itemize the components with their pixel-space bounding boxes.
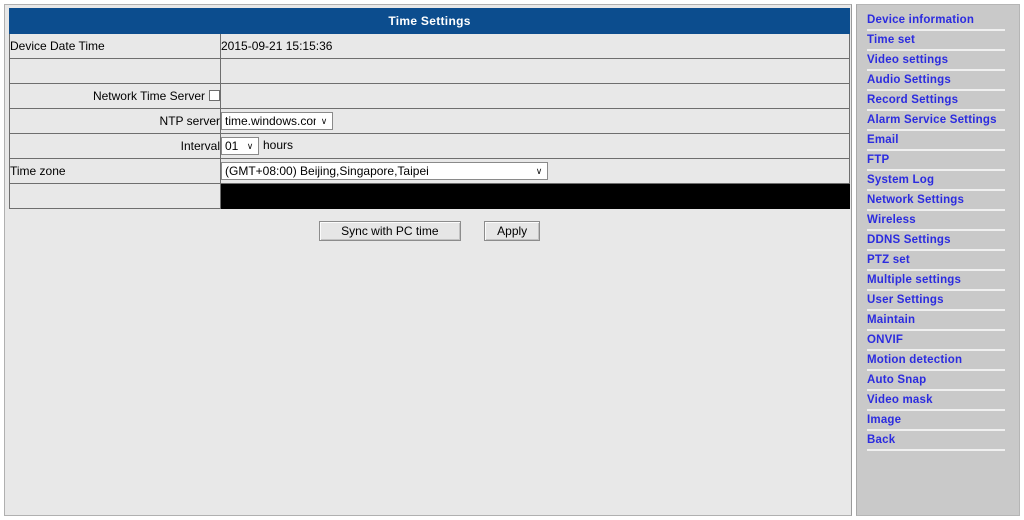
network-time-server-checkbox[interactable]: [209, 90, 220, 101]
sidebar-item-back[interactable]: Back: [857, 432, 1019, 452]
sidebar-item-label: Time set: [867, 34, 916, 46]
table-row-device-date-time: Device Date Time 2015-09-21 15:15:36: [9, 33, 850, 59]
sidebar-item-video-mask[interactable]: Video mask: [857, 392, 1019, 412]
sidebar-item-label: Device information: [867, 14, 975, 26]
interval-value-cell: 01 ∨ hours: [220, 133, 850, 159]
chevron-down-icon: ∨: [246, 140, 254, 151]
label-ntp-server: NTP server: [9, 108, 221, 134]
sidebar-item-time-set[interactable]: Time set: [857, 32, 1019, 52]
label-time-zone: Time zone: [9, 158, 221, 184]
sidebar-item-label: Alarm Service Settings: [867, 114, 997, 126]
table-row-interval: Interval 01 ∨ hours: [9, 133, 850, 159]
sidebar-item-label: FTP: [867, 154, 890, 166]
sidebar-item-label: Video mask: [867, 394, 933, 406]
sidebar-item-label: Auto Snap: [867, 374, 927, 386]
black-row-label-cell: [9, 183, 221, 209]
page-title: Time Settings: [388, 13, 471, 28]
sidebar-item-motion-detection[interactable]: Motion detection: [857, 352, 1019, 372]
label-interval: Interval: [9, 133, 221, 159]
ntp-server-select-value: time.windows.com: [225, 114, 316, 128]
sidebar-item-label: Record Settings: [867, 94, 959, 106]
sidebar-item-multiple-settings[interactable]: Multiple settings: [857, 272, 1019, 292]
sidebar-item-label: Back: [867, 434, 896, 446]
sidebar-item-system-log[interactable]: System Log: [857, 172, 1019, 192]
sidebar-item-label: DDNS Settings: [867, 234, 951, 246]
content-pane: Time Settings Device Date Time 2015-09-2…: [4, 4, 852, 516]
black-row-value-cell: [220, 183, 850, 209]
ntp-server-value-cell: time.windows.com ∨: [220, 108, 850, 134]
table-row-black: [9, 183, 850, 209]
sidebar-item-label: Network Settings: [867, 194, 965, 206]
sidebar-item-email[interactable]: Email: [857, 132, 1019, 152]
sidebar-item-ptz-set[interactable]: PTZ set: [857, 252, 1019, 272]
sidebar-item-audio-settings[interactable]: Audio Settings: [857, 72, 1019, 92]
table-row-spacer: [9, 58, 850, 84]
table-title-row: Time Settings: [9, 8, 850, 34]
interval-units-label: hours: [263, 138, 294, 153]
label-device-date-time: Device Date Time: [9, 33, 221, 59]
sidebar-item-user-settings[interactable]: User Settings: [857, 292, 1019, 312]
table-row-network-time-server: Network Time Server: [9, 83, 850, 109]
time-zone-select-value: (GMT+08:00) Beijing,Singapore,Taipei: [225, 164, 429, 178]
sidebar-item-label: Video settings: [867, 54, 949, 66]
sidebar-item-label: Motion detection: [867, 354, 963, 366]
sync-with-pc-time-button[interactable]: Sync with PC time: [318, 221, 461, 241]
value-device-date-time: 2015-09-21 15:15:36: [220, 33, 850, 59]
sidebar-item-wireless[interactable]: Wireless: [857, 212, 1019, 232]
sidebar-item-label: PTZ set: [867, 254, 910, 266]
table-row-time-zone: Time zone (GMT+08:00) Beijing,Singapore,…: [9, 158, 850, 184]
sidebar-item-maintain[interactable]: Maintain: [857, 312, 1019, 332]
spacer-label-cell: [9, 58, 221, 84]
sidebar-item-label: Wireless: [867, 214, 916, 226]
time-zone-value-cell: (GMT+08:00) Beijing,Singapore,Taipei ∨: [220, 158, 850, 184]
interval-select[interactable]: 01 ∨: [221, 137, 259, 155]
time-settings-table: Time Settings Device Date Time 2015-09-2…: [9, 8, 850, 209]
sidebar-item-ddns-settings[interactable]: DDNS Settings: [857, 232, 1019, 252]
sidebar-item-label: Image: [867, 414, 902, 426]
sidebar-item-auto-snap[interactable]: Auto Snap: [857, 372, 1019, 392]
label-network-time-server: Network Time Server: [9, 83, 221, 109]
camera-settings-page: Time Settings Device Date Time 2015-09-2…: [0, 0, 1024, 520]
sidebar-item-label: Email: [867, 134, 899, 146]
sidebar-item-label: ONVIF: [867, 334, 904, 346]
ntp-server-select[interactable]: time.windows.com ∨: [221, 112, 333, 130]
sidebar-item-label: User Settings: [867, 294, 944, 306]
sidebar-item-label: Audio Settings: [867, 74, 951, 86]
interval-select-value: 01: [225, 139, 239, 153]
label-network-time-server-text: Network Time Server: [92, 89, 205, 103]
table-row-ntp-server: NTP server time.windows.com ∨: [9, 108, 850, 134]
time-zone-select[interactable]: (GMT+08:00) Beijing,Singapore,Taipei ∨: [221, 162, 548, 180]
sidebar-item-image[interactable]: Image: [857, 412, 1019, 432]
chevron-down-icon: ∨: [320, 115, 328, 126]
sidebar-item-network-settings[interactable]: Network Settings: [857, 192, 1019, 212]
sidebar-item-device-information[interactable]: Device information: [857, 12, 1019, 32]
sidebar-item-video-settings[interactable]: Video settings: [857, 52, 1019, 72]
sidebar-item-alarm-service-settings[interactable]: Alarm Service Settings: [857, 112, 1019, 132]
sidebar-item-onvif[interactable]: ONVIF: [857, 332, 1019, 352]
sidebar-menu: Device information Time set Video settin…: [856, 4, 1020, 516]
apply-button[interactable]: Apply: [484, 221, 541, 241]
sidebar-item-record-settings[interactable]: Record Settings: [857, 92, 1019, 112]
chevron-down-icon: ∨: [535, 165, 543, 176]
sidebar-item-label: Multiple settings: [867, 274, 962, 286]
sidebar-item-label: System Log: [867, 174, 935, 186]
button-row: Sync with PC time Apply: [9, 221, 850, 241]
network-time-server-value-cell: [220, 83, 850, 109]
sidebar-item-ftp[interactable]: FTP: [857, 152, 1019, 172]
spacer-value-cell: [220, 58, 850, 84]
sidebar-item-label: Maintain: [867, 314, 916, 326]
